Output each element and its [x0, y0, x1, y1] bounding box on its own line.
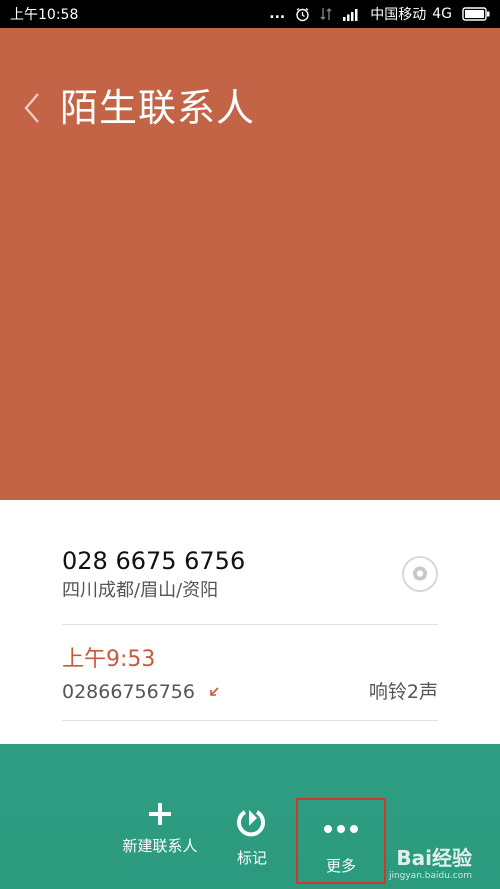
back-arrow-icon[interactable] [20, 90, 44, 126]
contact-details: 028 6675 6756 四川成都/眉山/资阳 上午9:53 02866756… [0, 500, 500, 744]
new-contact-button[interactable]: 新建联系人 [112, 800, 208, 856]
call-number: 02866756756 [62, 681, 195, 703]
status-dots: ... [269, 6, 286, 22]
contact-header: 陌生联系人 [0, 28, 500, 500]
network-type: 4G [432, 6, 452, 22]
plus-icon [149, 803, 171, 825]
watermark: Bai经验 jingyan.baidu.com [389, 842, 472, 881]
mark-label: 标记 [236, 849, 267, 867]
ring-info: 响铃2声 [368, 681, 438, 703]
call-log-row[interactable]: 上午9:53 02866756756 响铃2声 [62, 624, 438, 721]
phone-row[interactable]: 028 6675 6756 四川成都/眉山/资阳 [62, 546, 438, 625]
carrier-name: 中国移动 [370, 7, 427, 23]
data-transfer-icon [320, 8, 332, 20]
message-button[interactable] [402, 556, 438, 592]
signal-icon [343, 9, 358, 21]
phone-number: 028 6675 6756 [62, 547, 246, 575]
new-contact-label: 新建联系人 [122, 837, 198, 855]
more-button[interactable]: 更多 [296, 798, 386, 884]
status-time: 上午10:58 [10, 7, 79, 23]
page-title: 陌生联系人 [60, 86, 256, 130]
mark-button[interactable]: 标记 [222, 806, 282, 868]
battery-icon [462, 7, 490, 21]
more-label: 更多 [325, 857, 356, 875]
bottom-action-bar: 新建联系人 标记 更多 Bai经验 jingyan.baidu.com [0, 744, 500, 889]
status-bar: 上午10:58 ... 中国移动 4G [0, 0, 500, 28]
message-icon [413, 566, 427, 581]
missed-call-icon [210, 687, 219, 696]
mark-icon [237, 810, 265, 837]
more-dots-icon [324, 825, 358, 833]
phone-location: 四川成都/眉山/资阳 [62, 580, 219, 601]
watermark-brand: Bai经验 [396, 846, 472, 870]
status-icons: ... 中国移动 4G [269, 4, 490, 24]
call-time: 上午9:53 [62, 647, 156, 672]
alarm-icon [296, 7, 309, 21]
watermark-url: jingyan.baidu.com [388, 871, 472, 881]
